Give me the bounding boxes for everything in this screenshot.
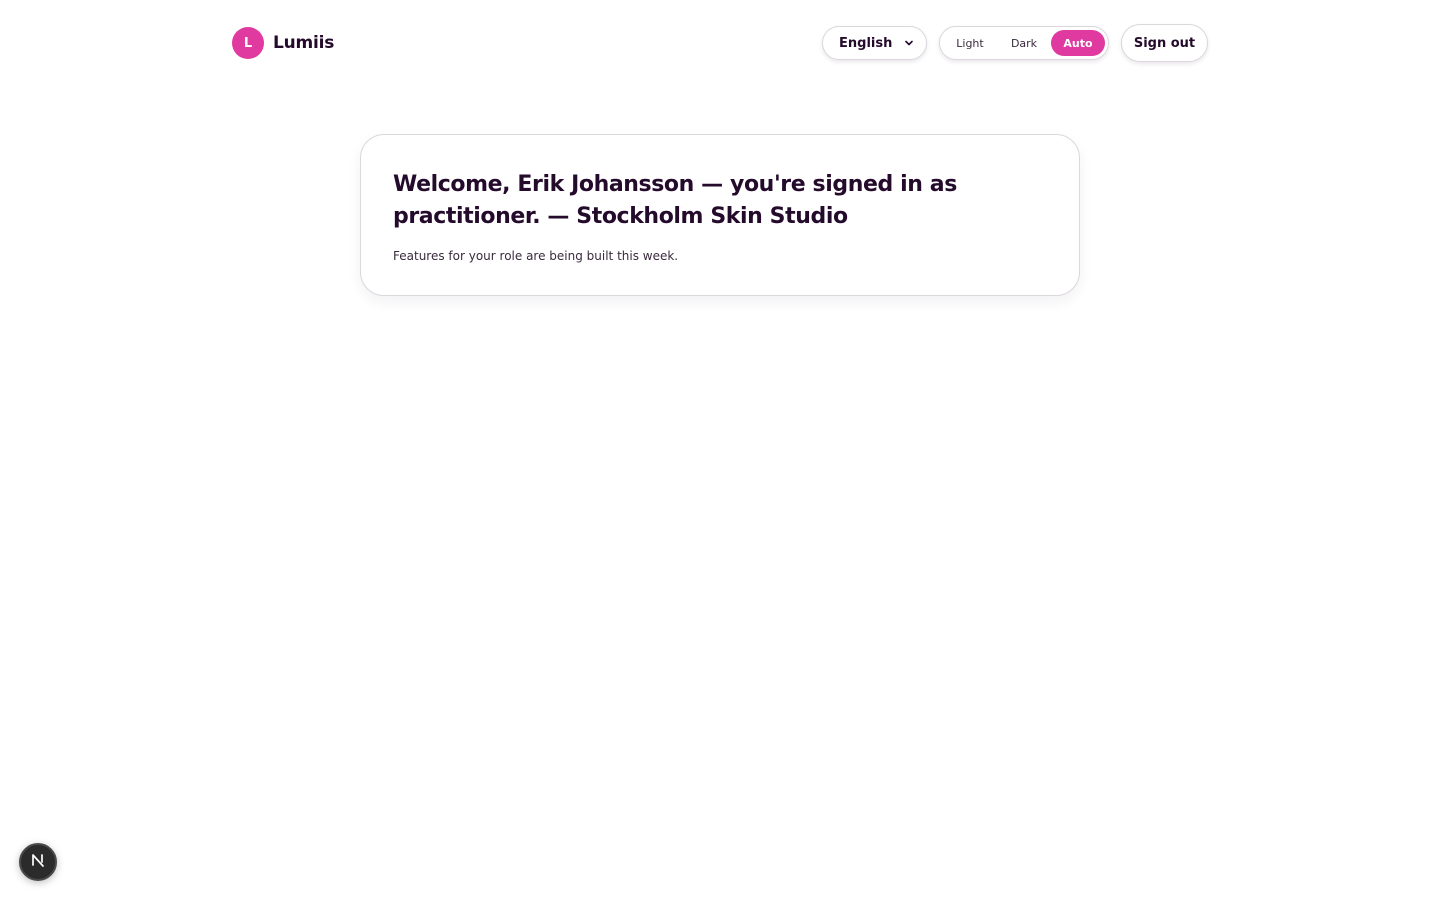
- sign-out-button[interactable]: Sign out: [1121, 24, 1208, 62]
- brand[interactable]: L Lumiis: [232, 27, 334, 59]
- theme-toggle: Light Dark Auto: [939, 26, 1109, 60]
- welcome-title: Welcome, Erik Johansson — you're signed …: [393, 172, 957, 229]
- welcome-card: Welcome, Erik Johansson — you're signed …: [360, 134, 1080, 296]
- welcome-subtitle: Features for your role are being built t…: [393, 249, 679, 263]
- header-actions: English Light Dark Auto Sign out: [822, 24, 1208, 62]
- theme-option-auto[interactable]: Auto: [1051, 30, 1105, 56]
- brand-name: Lumiis: [273, 33, 335, 53]
- nextjs-icon: [29, 851, 47, 873]
- brand-logo: L: [232, 27, 264, 59]
- language-select-value: English: [839, 35, 893, 51]
- chevron-down-icon: [904, 38, 914, 48]
- theme-option-dark[interactable]: Dark: [997, 30, 1051, 56]
- nextjs-dev-badge[interactable]: [19, 843, 57, 881]
- language-select[interactable]: English: [822, 26, 927, 60]
- theme-option-light[interactable]: Light: [943, 30, 997, 56]
- top-bar: L Lumiis English Light Dark Auto Sign ou…: [232, 24, 1208, 62]
